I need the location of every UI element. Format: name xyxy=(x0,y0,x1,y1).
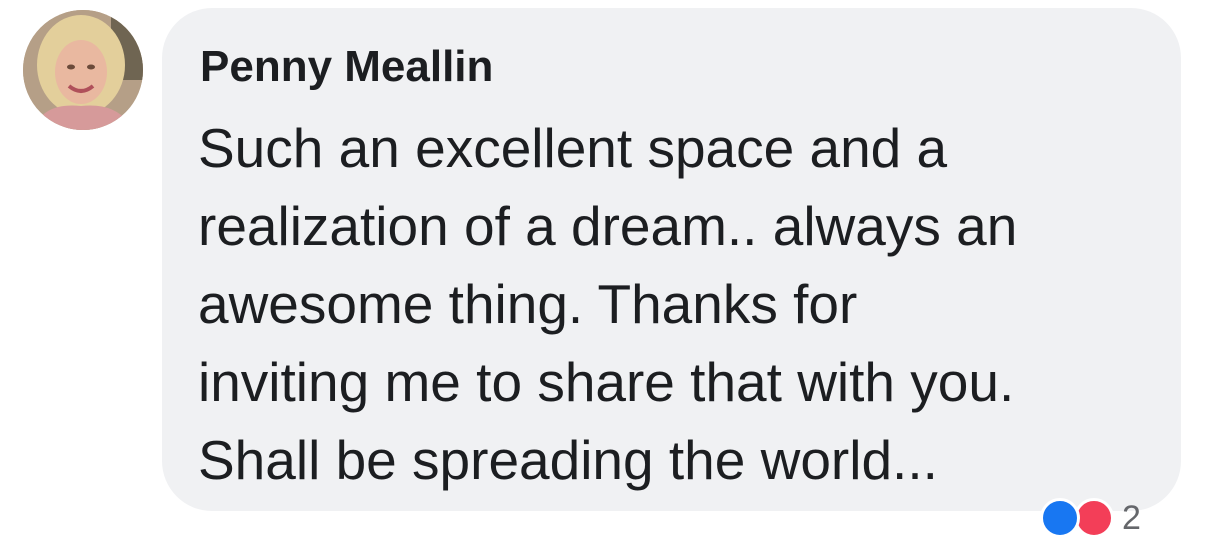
reaction-summary[interactable]: 2 xyxy=(1040,498,1141,538)
comment-text-line: realization of a dream.. always an xyxy=(198,195,1018,257)
comment-bubble: Penny Meallin Such an excellent space an… xyxy=(162,8,1181,511)
like-icon xyxy=(1040,498,1080,538)
comment-text: Such an excellent space and a realizatio… xyxy=(198,109,1168,499)
comment-text-line: Shall be spreading the world... xyxy=(198,429,938,491)
comment-text-line: awesome thing. Thanks for xyxy=(198,273,858,335)
reaction-count: 2 xyxy=(1122,499,1141,537)
avatar[interactable] xyxy=(23,10,143,130)
love-icon xyxy=(1074,498,1114,538)
comment-text-line: inviting me to share that with you. xyxy=(198,351,1015,413)
comment-author-name[interactable]: Penny Meallin xyxy=(200,42,493,92)
comment-text-line: Such an excellent space and a xyxy=(198,117,948,179)
avatar-photo xyxy=(23,10,143,130)
